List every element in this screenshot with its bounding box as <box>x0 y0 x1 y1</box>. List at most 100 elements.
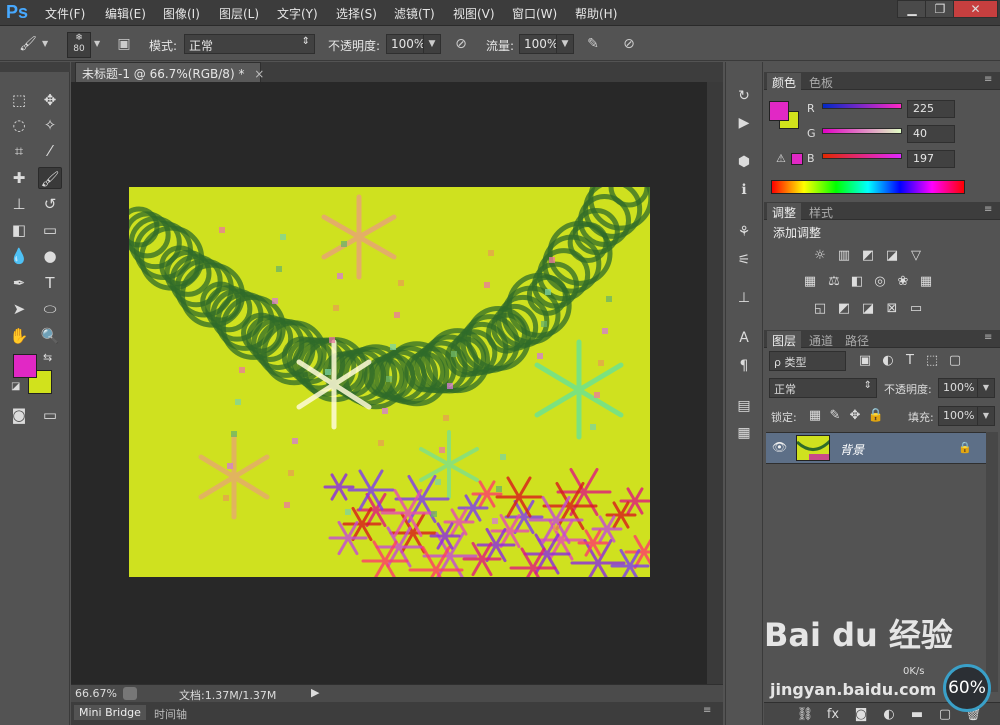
opacity-field[interactable]: 100% <box>386 34 425 54</box>
status-menu-icon[interactable] <box>123 687 137 700</box>
zoom-tool-icon[interactable]: 🔍 <box>38 325 62 347</box>
flow-field[interactable]: 100% <box>519 34 558 54</box>
panel-menu-icon[interactable]: ≡ <box>984 332 992 343</box>
eyedropper-tool-icon[interactable]: ⁄ <box>38 140 62 162</box>
menu-help[interactable]: 帮助(H) <box>575 5 617 22</box>
layer-style-icon[interactable]: fx <box>824 707 842 723</box>
fill-field[interactable]: 100% <box>938 406 978 426</box>
opacity-dropdown-button[interactable]: ▼ <box>423 34 441 54</box>
info-panel-icon[interactable]: ℹ <box>732 180 756 200</box>
panel-menu-icon[interactable]: ≡ <box>984 74 992 85</box>
pen-tool-icon[interactable]: ✒ <box>7 272 31 294</box>
layer-mask-icon[interactable]: ◙ <box>852 707 870 723</box>
threshold-icon[interactable]: ◪ <box>859 301 877 317</box>
clone-stamp-tool-icon[interactable]: ⊥ <box>7 193 31 215</box>
menu-window[interactable]: 窗口(W) <box>512 5 557 22</box>
lock-pixels-icon[interactable]: ✎ <box>826 408 844 424</box>
document-canvas[interactable] <box>129 187 650 577</box>
color-lookup-icon[interactable]: ▦ <box>917 274 935 290</box>
layer-row-background[interactable]: 👁 背景 🔒 <box>766 432 986 464</box>
brightness-contrast-icon[interactable]: ☼ <box>811 248 829 264</box>
3d-panel-icon[interactable]: ⬢ <box>732 152 756 172</box>
tab-layers[interactable]: 图层 <box>767 331 802 348</box>
zoom-level[interactable]: 66.67% <box>75 687 117 700</box>
flow-dropdown-button[interactable]: ▼ <box>556 34 574 54</box>
minimize-button[interactable]: ▁ <box>897 0 927 18</box>
paragraph-panel-icon[interactable]: ¶ <box>732 356 756 376</box>
lasso-tool-icon[interactable]: ◌ <box>7 114 31 136</box>
tab-channels[interactable]: 通道 <box>804 331 838 348</box>
blue-slider[interactable] <box>822 153 902 159</box>
eye-icon[interactable]: 👁 <box>772 440 787 454</box>
lock-all-icon[interactable]: 🔒 <box>867 408 885 424</box>
menu-edit[interactable]: 编辑(E) <box>105 5 146 22</box>
brush-panel-icon[interactable]: ⚘ <box>732 222 756 242</box>
hue-saturation-icon[interactable]: ▦ <box>801 274 819 290</box>
lock-transparency-icon[interactable]: ▦ <box>806 408 824 424</box>
menu-select[interactable]: 选择(S) <box>336 5 377 22</box>
blue-value[interactable]: 197 <box>907 150 955 168</box>
character-panel-icon[interactable]: A <box>732 328 756 348</box>
color-panel-foreground-swatch[interactable] <box>769 101 789 121</box>
filter-adjustment-icon[interactable]: ◐ <box>879 353 897 369</box>
tab-styles[interactable]: 样式 <box>804 203 838 220</box>
lock-position-icon[interactable]: ✥ <box>846 408 864 424</box>
black-white-icon[interactable]: ◧ <box>848 274 866 290</box>
filter-type-icon[interactable]: T <box>901 353 919 369</box>
menu-type[interactable]: 文字(Y) <box>277 5 318 22</box>
notes-panel-icon[interactable]: ▦ <box>732 423 756 443</box>
new-group-icon[interactable]: ▬ <box>908 707 926 723</box>
layers-scrollbar[interactable] <box>986 432 998 692</box>
airbrush-icon[interactable]: ✎ <box>583 34 603 54</box>
history-brush-tool-icon[interactable]: ↺ <box>38 193 62 215</box>
new-layer-icon[interactable]: ▢ <box>936 707 954 723</box>
tab-swatches[interactable]: 色板 <box>804 73 838 90</box>
actions-panel-icon[interactable]: ▶ <box>732 113 756 133</box>
photo-filter-icon[interactable]: ◎ <box>871 274 889 290</box>
channel-mixer-icon[interactable]: ❀ <box>894 274 912 290</box>
filter-shape-icon[interactable]: ⬚ <box>923 353 941 369</box>
tab-color[interactable]: 颜色 <box>767 73 802 90</box>
swap-colors-icon[interactable]: ⇆ <box>43 351 52 364</box>
color-spectrum-bar[interactable] <box>771 180 965 194</box>
menu-file[interactable]: 文件(F) <box>45 5 85 22</box>
green-slider[interactable] <box>822 128 902 134</box>
ellipse-tool-icon[interactable]: ⬭ <box>38 298 62 320</box>
status-arrow-icon[interactable]: ▶ <box>311 686 319 699</box>
tab-paths[interactable]: 路径 <box>840 331 874 348</box>
healing-brush-tool-icon[interactable]: ✚ <box>7 167 31 189</box>
gradient-tool-icon[interactable]: ▭ <box>38 219 62 241</box>
layer-opacity-dropdown[interactable]: ▼ <box>977 378 995 398</box>
hand-tool-icon[interactable]: ✋ <box>7 325 31 347</box>
layer-opacity-field[interactable]: 100% <box>938 378 978 398</box>
brush-size-picker[interactable]: ❄ 80 <box>67 32 91 58</box>
layer-comps-panel-icon[interactable]: ▤ <box>732 396 756 416</box>
chevron-down-icon[interactable]: ▼ <box>94 39 100 48</box>
menu-filter[interactable]: 滤镜(T) <box>394 5 435 22</box>
exposure-icon[interactable]: ◪ <box>883 248 901 264</box>
screen-mode-icon[interactable]: ▭ <box>38 404 62 426</box>
foreground-color-swatch[interactable] <box>13 354 37 378</box>
gamut-color-swatch[interactable] <box>791 153 803 165</box>
eraser-tool-icon[interactable]: ◧ <box>7 219 31 241</box>
fill-dropdown[interactable]: ▼ <box>977 406 995 426</box>
quick-mask-icon[interactable]: ◙ <box>7 404 31 426</box>
red-slider[interactable] <box>822 103 902 109</box>
panel-menu-icon[interactable]: ≡ <box>703 705 711 716</box>
blend-mode-select[interactable]: 正常 ⇕ <box>769 378 877 398</box>
posterize-icon[interactable]: ◩ <box>835 301 853 317</box>
mode-select[interactable]: 正常 ⇕ <box>184 34 315 54</box>
tab-mini-bridge[interactable]: Mini Bridge <box>74 705 146 720</box>
filter-smart-object-icon[interactable]: ▢ <box>946 353 964 369</box>
brush-presets-panel-icon[interactable]: ⚟ <box>732 250 756 270</box>
type-tool-icon[interactable]: T <box>38 272 62 294</box>
panel-menu-icon[interactable]: ≡ <box>984 204 992 215</box>
brush-preset-icon[interactable]: 🖌 <box>18 34 38 54</box>
crop-tool-icon[interactable]: ⌗ <box>7 140 31 162</box>
selective-color-icon[interactable]: ⊠ <box>883 301 901 317</box>
tab-adjustments[interactable]: 调整 <box>767 203 802 220</box>
levels-icon[interactable]: ▥ <box>835 248 853 264</box>
dodge-tool-icon[interactable]: ● <box>38 245 62 267</box>
menu-view[interactable]: 视图(V) <box>453 5 495 22</box>
vibrance-icon[interactable]: ▽ <box>907 248 925 264</box>
